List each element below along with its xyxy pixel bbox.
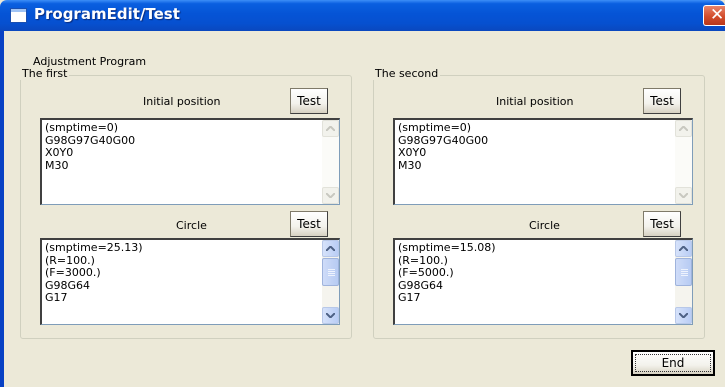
code-line: G17 [45,291,68,304]
vertical-scrollbar[interactable] [322,120,339,204]
code-line: X0Y0 [45,146,74,159]
code-line: (F=5000.) [398,266,454,279]
window-icon [11,9,26,22]
close-icon: ✕ [710,5,725,25]
group-legend: The second [373,67,441,80]
code-line: M30 [45,158,69,172]
window-title: ProgramEdit/Test [34,5,180,23]
program-text: (smptime=0) G98G97G40G00 X0Y0 M30 [45,121,135,172]
close-button[interactable]: ✕ [703,5,725,26]
vertical-scrollbar[interactable] [675,240,692,324]
code-line: X0Y0 [398,146,427,159]
code-line: (smptime=25.13) [45,241,143,254]
program-text: (smptime=15.08) (R=100.) (F=5000.) G98G6… [398,241,496,305]
initial-program-textarea[interactable]: (smptime=0) G98G97G40G00 X0Y0 M30 [40,118,340,205]
scroll-down-icon[interactable] [322,307,339,324]
circle-label: Circle [176,219,207,232]
scroll-down-icon [675,187,692,204]
code-line: (smptime=0) [45,121,119,134]
code-line: G17 [398,291,421,304]
vertical-scrollbar[interactable] [322,240,339,324]
initial-program-textarea[interactable]: (smptime=0) G98G97G40G00 X0Y0 M30 [393,118,693,205]
scroll-down-icon [322,187,339,204]
window-border-left [0,31,4,387]
circle-label: Circle [529,219,560,232]
circle-program-textarea[interactable]: (smptime=15.08) (R=100.) (F=5000.) G98G6… [393,238,693,325]
program-text: (smptime=0) G98G97G40G00 X0Y0 M30 [398,121,488,172]
code-line: (smptime=15.08) [398,241,496,254]
program-text: (smptime=25.13) (R=100.) (F=3000.) G98G6… [45,241,143,305]
test-initial-button[interactable]: Test [290,88,328,114]
title-bar[interactable]: ProgramEdit/Test ✕ [0,0,725,31]
code-line: M30 [398,158,422,172]
end-button[interactable]: End [631,350,715,376]
vertical-scrollbar[interactable] [675,120,692,204]
code-line: (F=3000.) [45,266,101,279]
scroll-thumb[interactable] [675,258,692,286]
scroll-up-icon[interactable] [675,240,692,257]
initial-position-label: Initial position [143,95,221,108]
test-circle-button[interactable]: Test [643,211,681,237]
scroll-up-icon [675,120,692,137]
scroll-up-icon[interactable] [322,240,339,257]
test-circle-button[interactable]: Test [290,211,328,237]
code-line: (smptime=0) [398,121,472,134]
scroll-down-icon[interactable] [675,307,692,324]
group-legend: The first [20,67,70,80]
test-initial-button[interactable]: Test [643,88,681,114]
scroll-up-icon [322,120,339,137]
initial-position-label: Initial position [496,95,574,108]
circle-program-textarea[interactable]: (smptime=25.13) (R=100.) (F=3000.) G98G6… [40,238,340,325]
scroll-thumb[interactable] [322,258,339,286]
